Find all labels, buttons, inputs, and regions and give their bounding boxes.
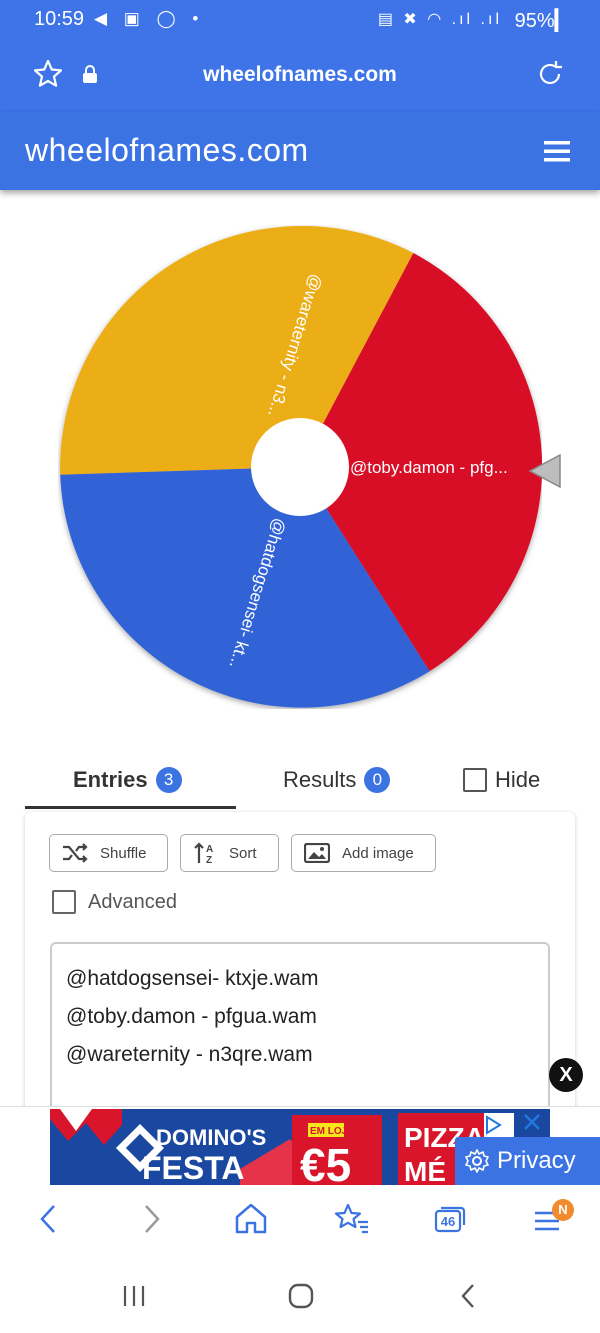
tab-entries-label: Entries: [73, 767, 148, 792]
ad-em-loja: EM LOJA: [310, 1126, 354, 1137]
hide-toggle[interactable]: Hide: [463, 767, 540, 793]
tab-results[interactable]: Results 0: [283, 767, 391, 793]
wheel-center[interactable]: [251, 418, 349, 516]
forward-icon[interactable]: [140, 1201, 164, 1237]
tab-results-label: Results: [283, 767, 357, 792]
tab-entries[interactable]: Entries 3: [73, 767, 182, 793]
notification-icons: ◀ ▣ ◯ •: [94, 9, 205, 28]
ad-brand: DOMINO'S: [156, 1125, 266, 1150]
url-text[interactable]: wheelofnames.com: [0, 63, 600, 87]
ad-pizza2: MÉ: [404, 1156, 446, 1185]
recent-apps-icon[interactable]: [122, 1284, 146, 1308]
system-nav-bar: [0, 1254, 600, 1333]
shuffle-label: Shuffle: [100, 844, 147, 862]
gear-icon: [465, 1149, 489, 1173]
browser-url-bar: wheelofnames.com: [0, 40, 600, 112]
back-nav-icon[interactable]: [458, 1282, 478, 1310]
svg-text:A: A: [206, 844, 213, 855]
image-icon: [304, 843, 330, 863]
advanced-toggle[interactable]: Advanced: [52, 890, 177, 914]
entries-results-tabs: Entries 3 Results 0 Hide: [0, 756, 600, 812]
battery-level: 95%▎: [514, 10, 570, 32]
sort-icon: AZ: [194, 842, 213, 865]
ad-festa: FESTA: [142, 1150, 245, 1185]
site-header: wheelofnames.com: [0, 112, 600, 190]
sort-label: Sort: [229, 844, 257, 862]
notification-badge: N: [552, 1199, 574, 1221]
entry-line: @hatdogsensei- ktxje.wam: [66, 967, 319, 990]
shuffle-icon: [63, 843, 88, 863]
tab-count: 46: [440, 1214, 456, 1229]
sort-button[interactable]: AZ Sort: [180, 834, 279, 872]
back-icon[interactable]: [36, 1201, 60, 1237]
wheel-pointer-icon: [528, 453, 561, 489]
ad-price: €5: [300, 1139, 351, 1185]
entry-line: @wareternity - n3qre.wam: [66, 1043, 313, 1066]
advanced-label: Advanced: [88, 890, 177, 913]
advanced-checkbox[interactable]: [52, 890, 76, 914]
ad-close-button[interactable]: X: [549, 1058, 583, 1092]
add-image-label: Add image: [342, 844, 414, 862]
entries-count-badge: 3: [155, 767, 182, 793]
browser-bottom-nav: 46 N: [0, 1184, 600, 1255]
status-time: 10:59: [34, 8, 85, 30]
site-brand[interactable]: wheelofnames.com: [25, 132, 309, 169]
wheel-label-toby: @toby.damon - pfg...: [350, 458, 508, 477]
browser-menu-button[interactable]: N: [532, 1199, 576, 1237]
home-icon[interactable]: [234, 1201, 268, 1237]
hide-checkbox[interactable]: [463, 768, 487, 792]
entries-textarea[interactable]: @hatdogsensei- ktxje.wam @toby.damon - p…: [50, 942, 550, 1122]
tabs-button[interactable]: 46: [434, 1205, 466, 1233]
menu-icon[interactable]: [544, 139, 570, 168]
bookmarks-icon[interactable]: [334, 1201, 370, 1237]
active-tab-indicator: [25, 806, 236, 809]
privacy-label: Privacy: [497, 1147, 576, 1174]
privacy-button[interactable]: Privacy: [455, 1137, 600, 1185]
results-count-badge: 0: [364, 767, 391, 793]
home-nav-icon[interactable]: [287, 1282, 315, 1310]
status-bar: 10:59 ◀ ▣ ◯ • ▤ ✖ ◠ .ıl .ıl 95%▎: [0, 0, 600, 40]
entries-panel: Shuffle AZ Sort Add image Advanced @hatd…: [25, 812, 575, 1122]
add-image-button[interactable]: Add image: [291, 834, 436, 872]
shuffle-button[interactable]: Shuffle: [49, 834, 168, 872]
reload-icon[interactable]: [534, 58, 566, 95]
ad-bar: DOMINO'S FESTA EM LOJA €5 PIZZA MÉ Priva…: [0, 1106, 600, 1185]
entry-line: @toby.damon - pfgua.wam: [66, 1005, 317, 1028]
hide-label: Hide: [495, 767, 541, 792]
spin-wheel[interactable]: @toby.damon - pfg... @wareternity - n3..…: [58, 225, 542, 709]
svg-text:Z: Z: [206, 855, 212, 865]
signal-icons: ▤ ✖ ◠ .ıl .ıl: [377, 11, 502, 28]
